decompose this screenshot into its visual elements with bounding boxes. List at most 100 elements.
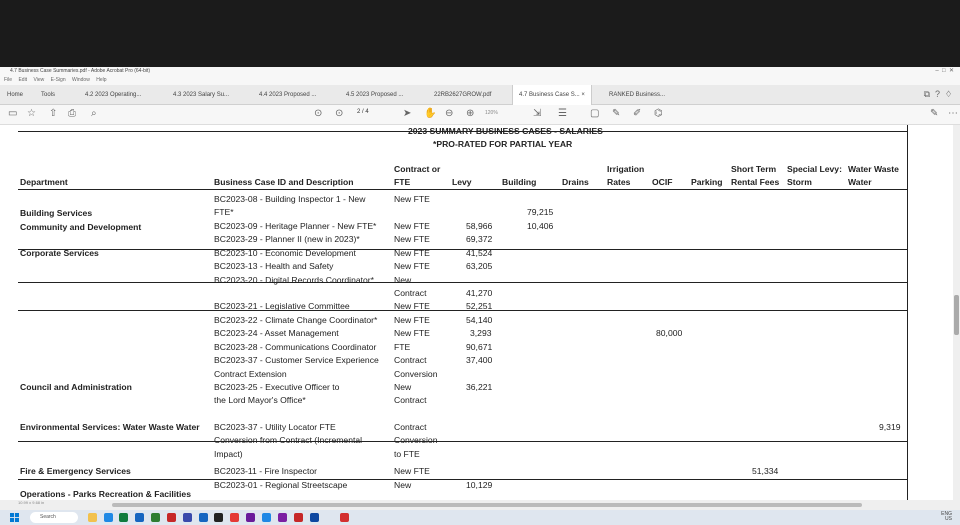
- outlook-icon[interactable]: [135, 513, 144, 522]
- page-indicator[interactable]: 2 / 4: [357, 109, 369, 115]
- menu-help[interactable]: Help: [96, 77, 106, 83]
- zoom-select[interactable]: 120%: [485, 110, 498, 116]
- word-icon[interactable]: [199, 513, 208, 522]
- tab-doc-4[interactable]: 4.5 2023 Proposed ...: [346, 85, 403, 105]
- case-fte: New FTE: [394, 234, 430, 244]
- tab-doc-2[interactable]: 4.3 2023 Salary Su...: [173, 85, 229, 105]
- edge-icon[interactable]: [104, 513, 113, 522]
- case-desc: BC2023-24 - Asset Management: [214, 328, 339, 338]
- stamp-icon[interactable]: ⌬: [654, 108, 663, 119]
- acrobat-window: 4.7 Business Case Summaries.pdf - Adobe …: [0, 67, 960, 510]
- horizontal-scrollbar[interactable]: 10.99 x 9.68 in: [0, 500, 960, 510]
- upload-icon[interactable]: ⇧: [49, 108, 57, 119]
- zoom-out-icon[interactable]: ⊖: [445, 108, 453, 119]
- window-controls[interactable]: – □ ✕: [935, 67, 954, 76]
- page-current[interactable]: 2: [357, 109, 360, 115]
- help-icon[interactable]: ?: [935, 89, 940, 99]
- header-drains: Drains: [562, 177, 589, 187]
- case-ocif: 80,000: [656, 328, 683, 338]
- vertical-scrollbar[interactable]: [953, 125, 960, 500]
- tab-doc-3[interactable]: 4.4 2023 Proposed ...: [259, 85, 316, 105]
- header-storm: Storm: [787, 177, 812, 187]
- case-fte: New FTE: [394, 315, 430, 325]
- search-icon[interactable]: ⌕: [91, 108, 97, 119]
- pen-icon[interactable]: ✎: [612, 108, 620, 119]
- file-explorer-icon[interactable]: [88, 513, 97, 522]
- terminal-icon[interactable]: [214, 513, 223, 522]
- tab-bar: Home Tools 4.2 2023 Operating... 4.3 202…: [0, 85, 960, 105]
- highlight-icon[interactable]: ✐: [633, 108, 641, 119]
- row-separator: [18, 310, 908, 311]
- menu-edit[interactable]: Edit: [18, 77, 27, 83]
- edit-icon[interactable]: ✎: [930, 108, 938, 119]
- close-icon[interactable]: ×: [581, 92, 585, 98]
- header-short-term: Short Term: [731, 164, 777, 174]
- tab-doc-7[interactable]: RANKED Business...: [609, 85, 665, 105]
- header-water-waste: Water Waste: [848, 164, 899, 174]
- menu-file[interactable]: File: [4, 77, 12, 83]
- scroll-thumb[interactable]: [954, 295, 959, 335]
- case-desc: the Lord Mayor's Office*: [214, 395, 306, 405]
- case-desc: Impact): [214, 449, 243, 459]
- header-contract: Contract or: [394, 164, 441, 174]
- case-fte: Conversion: [394, 435, 438, 445]
- scroll-mode-icon[interactable]: ☰: [558, 108, 567, 119]
- menu-view[interactable]: View: [33, 77, 44, 83]
- powerpoint-icon-2[interactable]: [294, 513, 303, 522]
- case-desc: Contract Extension: [214, 369, 287, 379]
- word-icon-2[interactable]: [310, 513, 319, 522]
- excel-icon[interactable]: [119, 513, 128, 522]
- acrobat-icon[interactable]: [340, 513, 349, 522]
- prev-page-icon[interactable]: ⊙: [314, 108, 322, 119]
- system-tray[interactable]: ENG US: [941, 512, 952, 522]
- case-fte: New FTE: [394, 248, 430, 258]
- case-fte: New: [394, 480, 412, 490]
- skype-icon[interactable]: [262, 513, 271, 522]
- hand-tool-icon[interactable]: ✋: [424, 108, 436, 119]
- hscroll-thumb[interactable]: [112, 503, 862, 507]
- tab-bar-icons[interactable]: ⧉ ? ♢: [924, 89, 952, 100]
- dept-corporate: Corporate Services: [20, 248, 99, 258]
- header-department: Department: [20, 177, 68, 187]
- windows-start-icon[interactable]: [10, 513, 19, 522]
- case-desc: BC2023-11 - Fire Inspector: [214, 466, 318, 476]
- header-underline: [18, 189, 908, 190]
- chrome-icon[interactable]: [230, 513, 239, 522]
- case-fte: Contract: [394, 395, 427, 405]
- zoom-in-icon[interactable]: ⊕: [466, 108, 474, 119]
- tab-home[interactable]: Home: [7, 85, 23, 105]
- powerpoint-icon[interactable]: [167, 513, 176, 522]
- tab-tools[interactable]: Tools: [41, 85, 55, 105]
- case-levy: 54,140: [466, 315, 493, 325]
- tab-doc-5[interactable]: 22RB2627GROW.pdf: [434, 85, 491, 105]
- bell-icon[interactable]: ♢: [945, 89, 952, 99]
- menu-window[interactable]: Window: [72, 77, 90, 83]
- next-page-icon[interactable]: ⊙: [335, 108, 343, 119]
- row-separator: [18, 249, 908, 250]
- header-levy: Levy: [452, 177, 472, 187]
- share-icon[interactable]: ⧉: [924, 89, 930, 99]
- tab-doc-1[interactable]: 4.2 2023 Operating...: [85, 85, 141, 105]
- select-cursor-icon[interactable]: ➤: [403, 108, 411, 119]
- menu-esign[interactable]: E-Sign: [51, 77, 66, 83]
- more-icon[interactable]: ⋯: [948, 108, 958, 119]
- star-icon[interactable]: ☆: [27, 108, 36, 119]
- dept-community: Community and Development: [20, 222, 142, 232]
- print-icon[interactable]: ⎙: [68, 108, 76, 119]
- teams-icon-2[interactable]: [278, 513, 287, 522]
- comment-icon[interactable]: ▢: [590, 108, 599, 119]
- case-desc: BC2023-08 - Building Inspector 1 - New: [214, 194, 366, 204]
- case-levy: 58,966: [466, 221, 493, 231]
- taskbar-search[interactable]: Search: [30, 512, 78, 523]
- excel-icon-2[interactable]: [151, 513, 160, 522]
- header-water: Water: [848, 177, 872, 187]
- title-bar: 4.7 Business Case Summaries.pdf - Adobe …: [0, 67, 960, 76]
- row-separator: [18, 479, 908, 480]
- case-desc: FTE*: [214, 207, 234, 217]
- create-icon[interactable]: ▭: [8, 108, 17, 119]
- case-levy: 41,524: [466, 248, 493, 258]
- fit-page-icon[interactable]: ⇲: [533, 108, 541, 119]
- onenote-icon[interactable]: [246, 513, 255, 522]
- tab-doc-active[interactable]: 4.7 Business Case S... ×: [512, 85, 592, 105]
- teams-icon[interactable]: [183, 513, 192, 522]
